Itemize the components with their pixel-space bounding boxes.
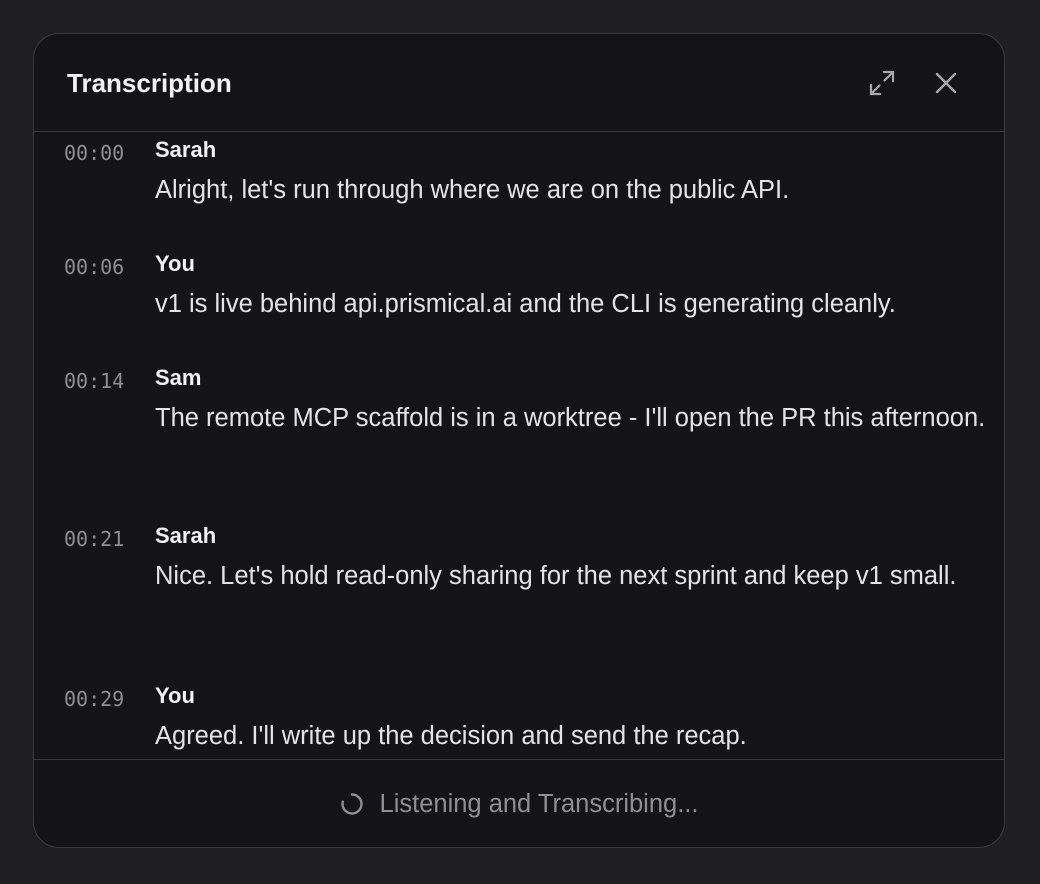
status-text: Listening and Transcribing... [379,789,699,818]
expand-icon [869,70,895,96]
utterance-text: v1 is live behind api.prismical.ai and t… [155,290,896,318]
transcript-list[interactable]: 00:00 Sarah Alright, let's run through w… [34,132,1004,759]
speaker-name: Sam [155,365,202,390]
spinner-icon [340,792,363,815]
panel-footer: Listening and Transcribing... [34,759,1004,847]
listening-status: Listening and Transcribing... [34,760,1004,847]
utterance-text: The remote MCP scaffold is in a worktree… [155,404,986,432]
speaker-name: You [155,683,195,708]
close-button[interactable] [927,64,965,102]
close-icon [935,72,957,94]
timestamp: 00:06 [64,255,125,279]
utterance-text: Agreed. I'll write up the decision and s… [155,722,747,750]
timestamp: 00:29 [64,687,125,711]
speaker-name: You [155,251,195,276]
panel-title: Transcription [67,68,232,98]
transcription-panel: Transcription 00:00 Sarah Alright, let's… [33,33,1005,848]
utterance-text: Alright, let's run through where we are … [155,176,790,204]
speaker-name: Sarah [155,137,217,162]
timestamp: 00:00 [64,141,125,165]
speaker-name: Sarah [155,523,217,548]
utterance-text: Nice. Let's hold read-only sharing for t… [155,562,957,590]
expand-button[interactable] [863,64,901,102]
timestamp: 00:14 [64,369,125,393]
timestamp: 00:21 [64,527,125,551]
panel-header: Transcription [34,34,1004,132]
